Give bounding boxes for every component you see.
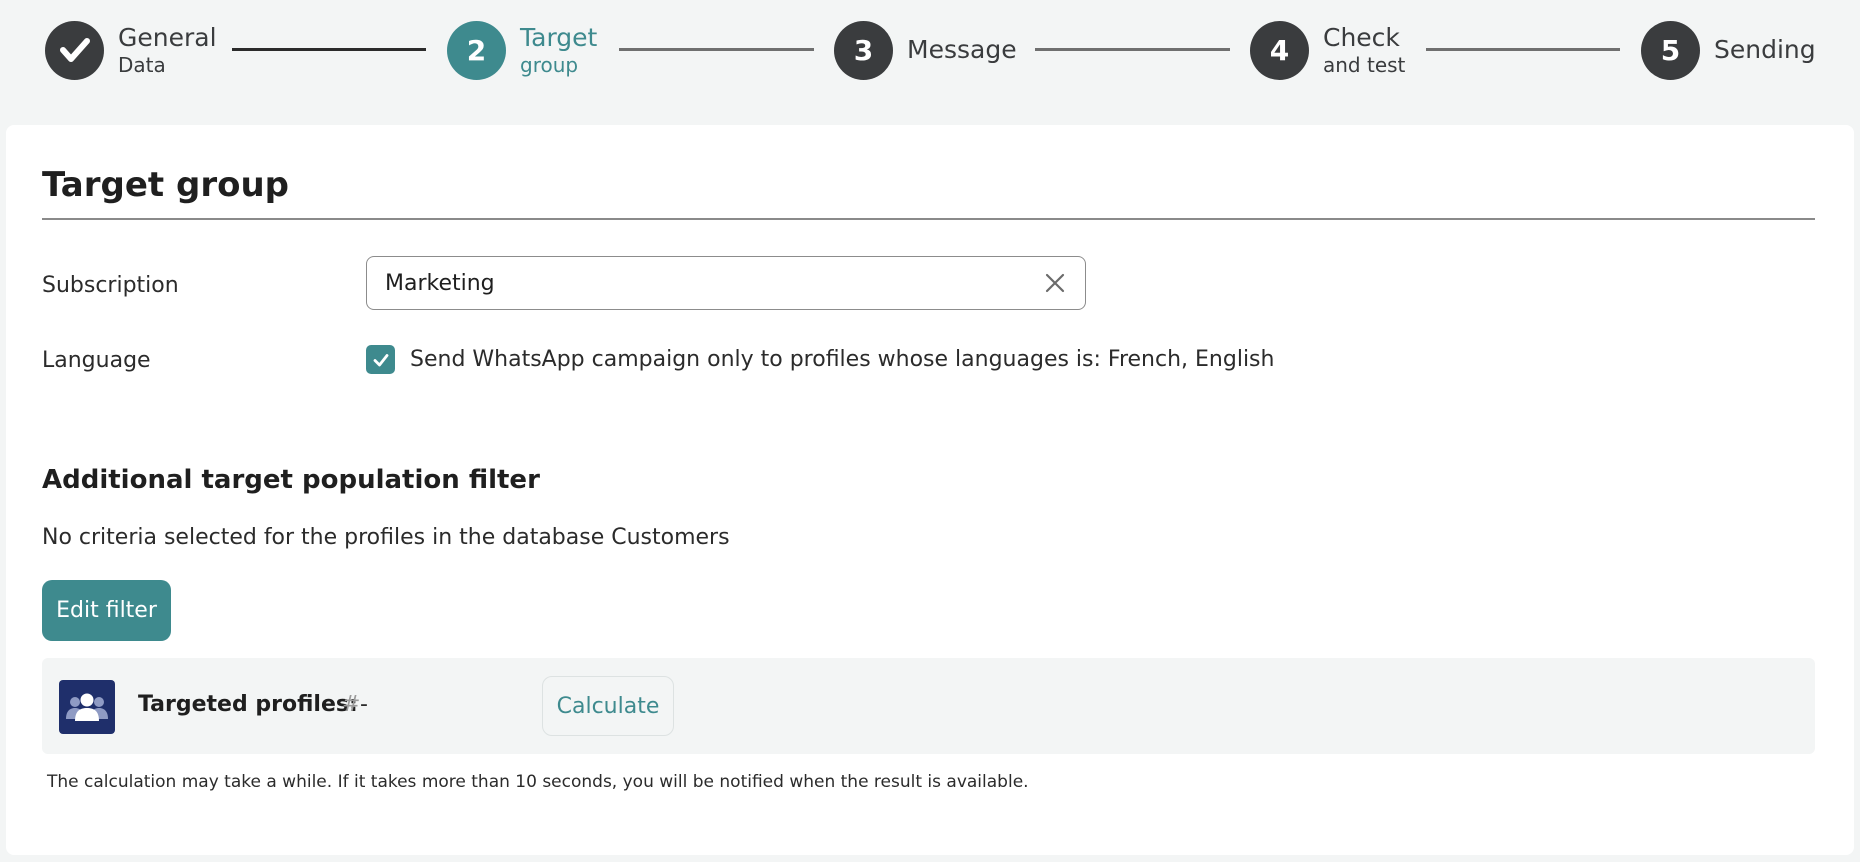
step-sending[interactable]: 5 Sending <box>1641 20 1816 80</box>
step-subtitle: and test <box>1323 53 1406 78</box>
language-checkbox-row: Send WhatsApp campaign only to profiles … <box>366 345 1274 374</box>
step-done-circle <box>45 20 104 80</box>
step-text: Target group <box>520 24 597 77</box>
criteria-text: No criteria selected for the profiles in… <box>42 525 730 550</box>
subscription-select[interactable]: Marketing <box>366 256 1086 310</box>
step-connector-4 <box>1426 48 1620 51</box>
step-number-circle: 4 <box>1250 20 1309 80</box>
subscription-value: Marketing <box>385 270 495 296</box>
step-target-group[interactable]: 2 Target group <box>447 20 597 80</box>
language-label: Language <box>42 348 151 373</box>
step-check-and-test[interactable]: 4 Check and test <box>1250 20 1405 80</box>
step-connector-1 <box>232 48 426 51</box>
language-checkbox-label: Send WhatsApp campaign only to profiles … <box>410 347 1275 372</box>
subscription-label: Subscription <box>42 273 179 298</box>
targeted-profiles-panel: Targeted profiles: # - Calculate <box>42 658 1815 754</box>
page-title: Target group <box>42 165 290 205</box>
edit-filter-button[interactable]: Edit filter <box>42 580 171 641</box>
targeted-profiles-count: - <box>360 692 368 717</box>
step-number-circle: 3 <box>834 20 893 80</box>
profiles-group-icon <box>59 680 115 734</box>
step-connector-2 <box>619 48 814 51</box>
step-text: General Data <box>118 24 217 77</box>
step-title: General <box>118 22 217 52</box>
targeted-profiles-label: Targeted profiles: <box>138 692 358 717</box>
filter-section-title: Additional target population filter <box>42 465 540 495</box>
calculate-button[interactable]: Calculate <box>542 676 674 736</box>
step-title: Target <box>520 22 598 52</box>
checkmark-icon <box>59 38 90 62</box>
calculation-note: The calculation may take a while. If it … <box>47 772 1029 792</box>
clear-subscription-button[interactable] <box>1043 271 1067 295</box>
step-subtitle: Data <box>118 53 166 78</box>
step-title: Sending <box>1714 35 1816 65</box>
step-title: Message <box>907 35 1017 65</box>
step-message[interactable]: 3 Message <box>834 20 1017 80</box>
step-number-circle: 5 <box>1641 20 1700 80</box>
step-title: Check <box>1323 22 1400 52</box>
hash-symbol: # <box>342 692 361 717</box>
wizard-stepper: General Data 2 Target group 3 Message 4 … <box>0 0 1860 100</box>
checkmark-icon <box>373 353 388 366</box>
step-number-circle: 2 <box>447 20 506 80</box>
step-text: Sending <box>1714 36 1816 64</box>
users-icon <box>66 693 108 721</box>
step-connector-3 <box>1035 48 1230 51</box>
title-divider <box>42 218 1815 220</box>
target-group-card: Target group Subscription Marketing Lang… <box>6 125 1854 855</box>
step-subtitle: group <box>520 53 579 78</box>
step-text: Check and test <box>1323 24 1405 77</box>
step-general-data[interactable]: General Data <box>45 20 217 80</box>
close-icon <box>1045 273 1065 293</box>
step-text: Message <box>907 36 1017 64</box>
language-checkbox[interactable] <box>366 345 395 374</box>
